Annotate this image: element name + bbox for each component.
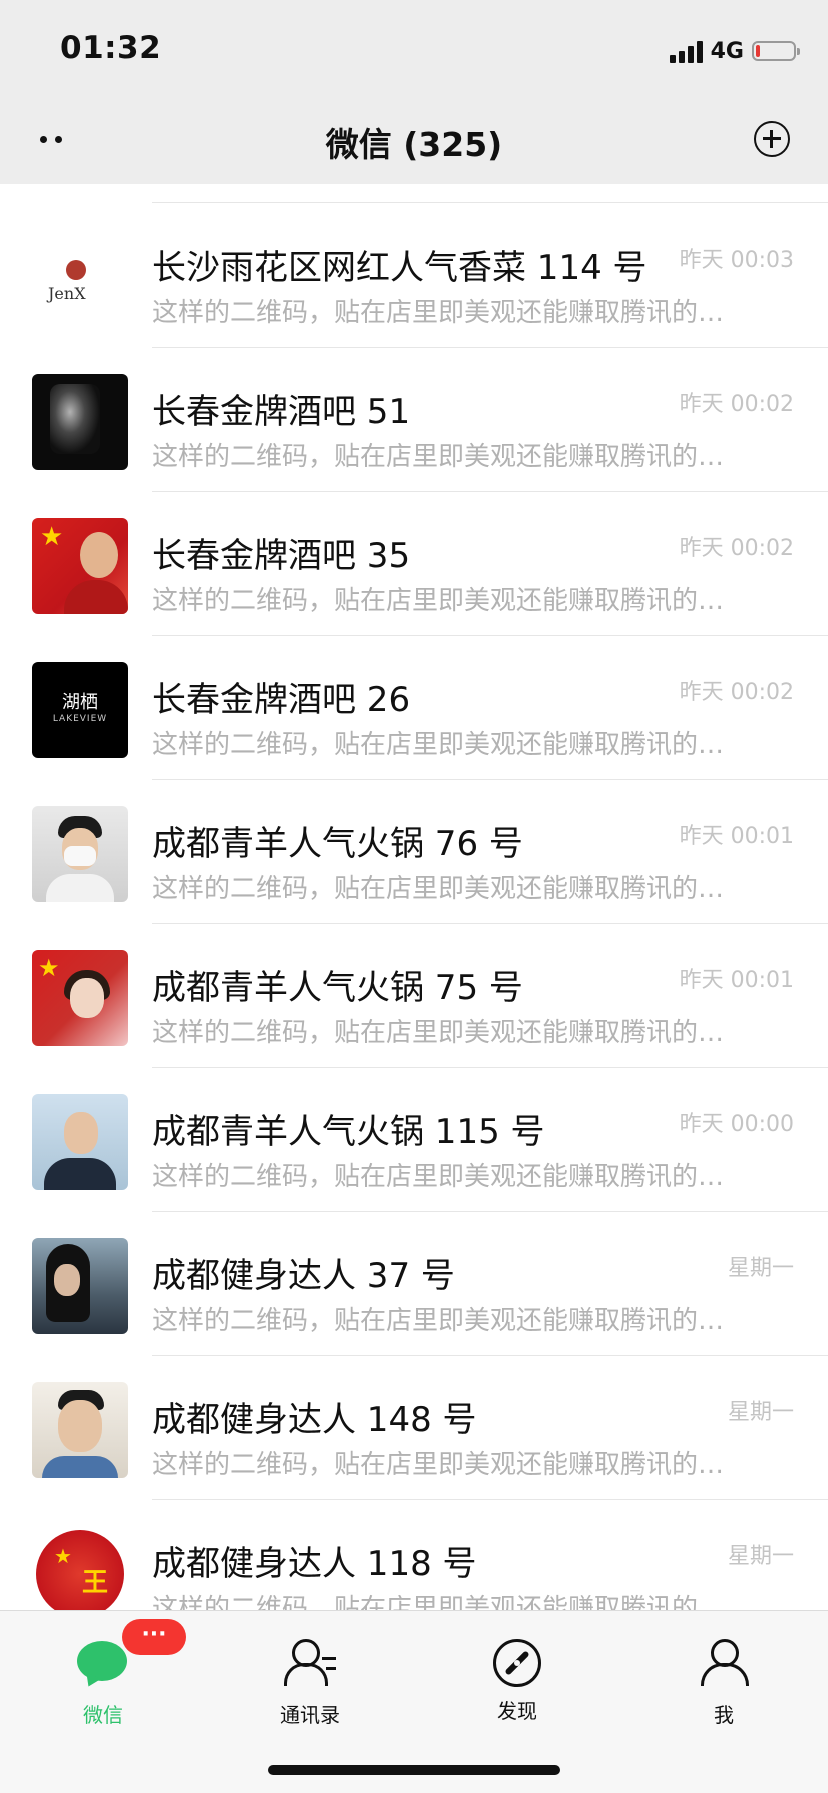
chat-preview: 这样的二维码，贴在店里即美观还能赚取腾讯的… [152, 1306, 725, 1336]
chat-name: 长春金牌酒吧 51 [152, 392, 411, 432]
divider [152, 202, 828, 203]
add-button[interactable] [754, 121, 790, 157]
chat-preview: 这样的二维码，贴在店里即美观还能赚取腾讯的… [152, 1162, 725, 1192]
page-title: 微信 (325) [325, 125, 503, 164]
chat-name: 成都健身达人 37 号 [152, 1256, 455, 1296]
status-time: 01:32 [60, 30, 162, 66]
status-indicators: 4G [669, 36, 800, 66]
chat-name: 成都健身达人 148 号 [152, 1400, 477, 1440]
chat-name: 长沙雨花区网红人气香菜 114 号 [152, 248, 647, 288]
chat-list[interactable]: JenX 长沙雨花区网红人气香菜 114 号 这样的二维码，贴在店里即美观还能赚… [0, 184, 828, 1610]
chat-time: 昨天 00:02 [679, 680, 794, 705]
chat-name: 成都青羊人气火锅 75 号 [152, 968, 523, 1008]
signal-icon [669, 39, 703, 63]
chat-preview: 这样的二维码，贴在店里即美观还能赚取腾讯的… [152, 586, 725, 616]
chat-preview: 这样的二维码，贴在店里即美观还能赚取腾讯的… [152, 1450, 725, 1480]
chat-name: 成都青羊人气火锅 76 号 [152, 824, 523, 864]
chat-time: 昨天 00:00 [679, 1112, 794, 1137]
avatar: ★ [32, 950, 128, 1046]
chat-name: 成都青羊人气火锅 115 号 [152, 1112, 545, 1152]
chat-preview: 这样的二维码，贴在店里即美观还能赚取腾讯的… [152, 1594, 725, 1610]
chat-row[interactable]: JenX 长沙雨花区网红人气香菜 114 号 这样的二维码，贴在店里即美观还能赚… [0, 204, 828, 348]
chat-row[interactable]: 长春金牌酒吧 51 这样的二维码，贴在店里即美观还能赚取腾讯的… 昨天 00:0… [0, 348, 828, 492]
chat-time: 星期一 [727, 1256, 794, 1281]
chat-preview: 这样的二维码，贴在店里即美观还能赚取腾讯的… [152, 442, 725, 472]
unread-badge: ··· [122, 1619, 186, 1655]
chat-time: 昨天 00:02 [679, 536, 794, 561]
person-icon [696, 1635, 752, 1691]
avatar [32, 374, 128, 470]
avatar: JenX [32, 230, 128, 326]
tab-contacts[interactable]: 通讯录 [250, 1625, 370, 1735]
battery-icon [752, 41, 800, 61]
chat-name: 成都健身达人 118 号 [152, 1544, 477, 1584]
avatar [32, 1382, 128, 1478]
chat-preview: 这样的二维码，贴在店里即美观还能赚取腾讯的… [152, 1018, 725, 1048]
network-type: 4G [710, 38, 744, 64]
avatar: 湖栖 LAKEVIEW [32, 662, 128, 758]
compass-icon [493, 1639, 541, 1687]
chat-time: 星期一 [727, 1400, 794, 1425]
chat-time: 昨天 00:01 [679, 968, 794, 993]
contacts-icon [282, 1635, 338, 1691]
tab-discover[interactable]: 发现 [457, 1625, 577, 1735]
chat-row[interactable]: 成都青羊人气火锅 115 号 这样的二维码，贴在店里即美观还能赚取腾讯的… 昨天… [0, 1068, 828, 1212]
chat-preview: 这样的二维码，贴在店里即美观还能赚取腾讯的… [152, 874, 725, 904]
tab-label: 我 [714, 1703, 734, 1727]
avatar: ★ 王 [32, 1526, 128, 1610]
tab-label: 发现 [497, 1699, 537, 1723]
tab-label: 微信 [83, 1703, 123, 1727]
chat-row[interactable]: ★ 王 成都健身达人 118 号 这样的二维码，贴在店里即美观还能赚取腾讯的… 星… [0, 1500, 828, 1610]
tab-label: 通讯录 [280, 1703, 340, 1727]
chat-preview: 这样的二维码，贴在店里即美观还能赚取腾讯的… [152, 730, 725, 760]
chat-time: 昨天 00:03 [679, 248, 794, 273]
avatar [32, 1094, 128, 1190]
chat-name: 长春金牌酒吧 26 [152, 680, 411, 720]
chat-time: 星期一 [727, 1544, 794, 1569]
header: 01:32 4G 微信 (325) [0, 0, 828, 184]
tab-bar: 微信 ··· 通讯录 发现 我 [0, 1610, 828, 1793]
home-indicator [268, 1765, 560, 1775]
chat-row[interactable]: 成都健身达人 37 号 这样的二维码，贴在店里即美观还能赚取腾讯的… 星期一 [0, 1212, 828, 1356]
chat-row[interactable]: 成都青羊人气火锅 76 号 这样的二维码，贴在店里即美观还能赚取腾讯的… 昨天 … [0, 780, 828, 924]
chat-preview: 这样的二维码，贴在店里即美观还能赚取腾讯的… [152, 298, 725, 328]
chat-time: 昨天 00:01 [679, 824, 794, 849]
tab-me[interactable]: 我 [664, 1625, 784, 1735]
chat-row[interactable]: 成都健身达人 148 号 这样的二维码，贴在店里即美观还能赚取腾讯的… 星期一 [0, 1356, 828, 1500]
chat-time: 昨天 00:02 [679, 392, 794, 417]
chat-row[interactable]: ★ 成都青羊人气火锅 75 号 这样的二维码，贴在店里即美观还能赚取腾讯的… 昨… [0, 924, 828, 1068]
chat-name: 长春金牌酒吧 35 [152, 536, 411, 576]
avatar [32, 1238, 128, 1334]
chat-row[interactable]: ★ 长春金牌酒吧 35 这样的二维码，贴在店里即美观还能赚取腾讯的… 昨天 00… [0, 492, 828, 636]
avatar: ★ [32, 518, 128, 614]
avatar [32, 806, 128, 902]
chat-row[interactable]: 湖栖 LAKEVIEW 长春金牌酒吧 26 这样的二维码，贴在店里即美观还能赚取… [0, 636, 828, 780]
